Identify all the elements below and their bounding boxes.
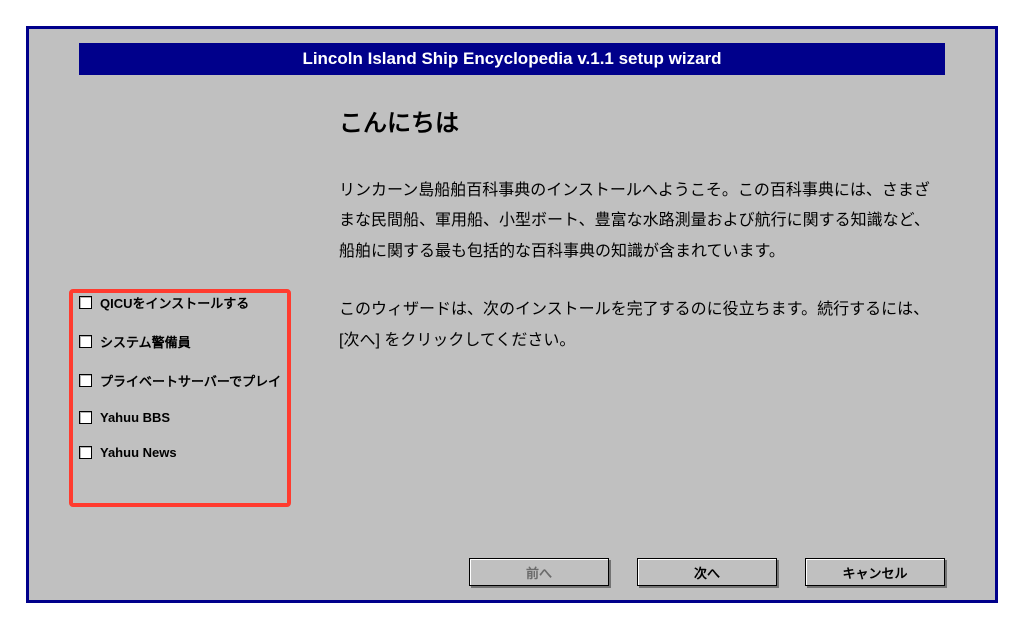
checkbox-label: システム警備員 <box>100 332 191 351</box>
checkbox-icon[interactable] <box>79 335 92 348</box>
checkbox-item-qicu[interactable]: QICUをインストールする <box>79 293 289 312</box>
checkbox-item-system-guard[interactable]: システム警備員 <box>79 332 289 351</box>
checkbox-label: プライベートサーバーでプレイ <box>100 371 281 390</box>
wizard-frame: Lincoln Island Ship Encyclopedia v.1.1 s… <box>26 26 998 603</box>
title-text: Lincoln Island Ship Encyclopedia v.1.1 s… <box>302 49 721 68</box>
content-area: QICUをインストールする システム警備員 プライベートサーバーでプレイ Yah… <box>79 103 945 554</box>
checkbox-icon[interactable] <box>79 296 92 309</box>
sidebar: QICUをインストールする システム警備員 プライベートサーバーでプレイ Yah… <box>79 103 289 554</box>
checkbox-label: Yahuu News <box>100 445 177 460</box>
title-bar: Lincoln Island Ship Encyclopedia v.1.1 s… <box>79 43 945 75</box>
main-content: こんにちは リンカーン島船舶百科事典のインストールへようこそ。この百科事典には、… <box>289 103 945 554</box>
back-button-label: 前へ <box>526 563 552 582</box>
back-button: 前へ <box>469 558 609 586</box>
checkbox-list: QICUをインストールする システム警備員 プライベートサーバーでプレイ Yah… <box>79 293 289 460</box>
checkbox-icon[interactable] <box>79 411 92 424</box>
next-button[interactable]: 次へ <box>637 558 777 586</box>
welcome-paragraph-2: このウィザードは、次のインストールを完了するのに役立ちます。続行するには、[次へ… <box>339 295 945 356</box>
button-row: 前へ 次へ キャンセル <box>79 554 945 586</box>
checkbox-item-yahuu-news[interactable]: Yahuu News <box>79 445 289 460</box>
welcome-paragraph-1: リンカーン島船舶百科事典のインストールへようこそ。この百科事典には、さまざまな民… <box>339 176 945 267</box>
page-heading: こんにちは <box>339 103 945 138</box>
checkbox-item-yahuu-bbs[interactable]: Yahuu BBS <box>79 410 289 425</box>
checkbox-item-private-server[interactable]: プライベートサーバーでプレイ <box>79 371 289 390</box>
checkbox-icon[interactable] <box>79 374 92 387</box>
cancel-button[interactable]: キャンセル <box>805 558 945 586</box>
checkbox-label: QICUをインストールする <box>100 293 249 312</box>
checkbox-label: Yahuu BBS <box>100 410 170 425</box>
checkbox-icon[interactable] <box>79 446 92 459</box>
cancel-button-label: キャンセル <box>842 563 907 582</box>
next-button-label: 次へ <box>694 563 720 582</box>
